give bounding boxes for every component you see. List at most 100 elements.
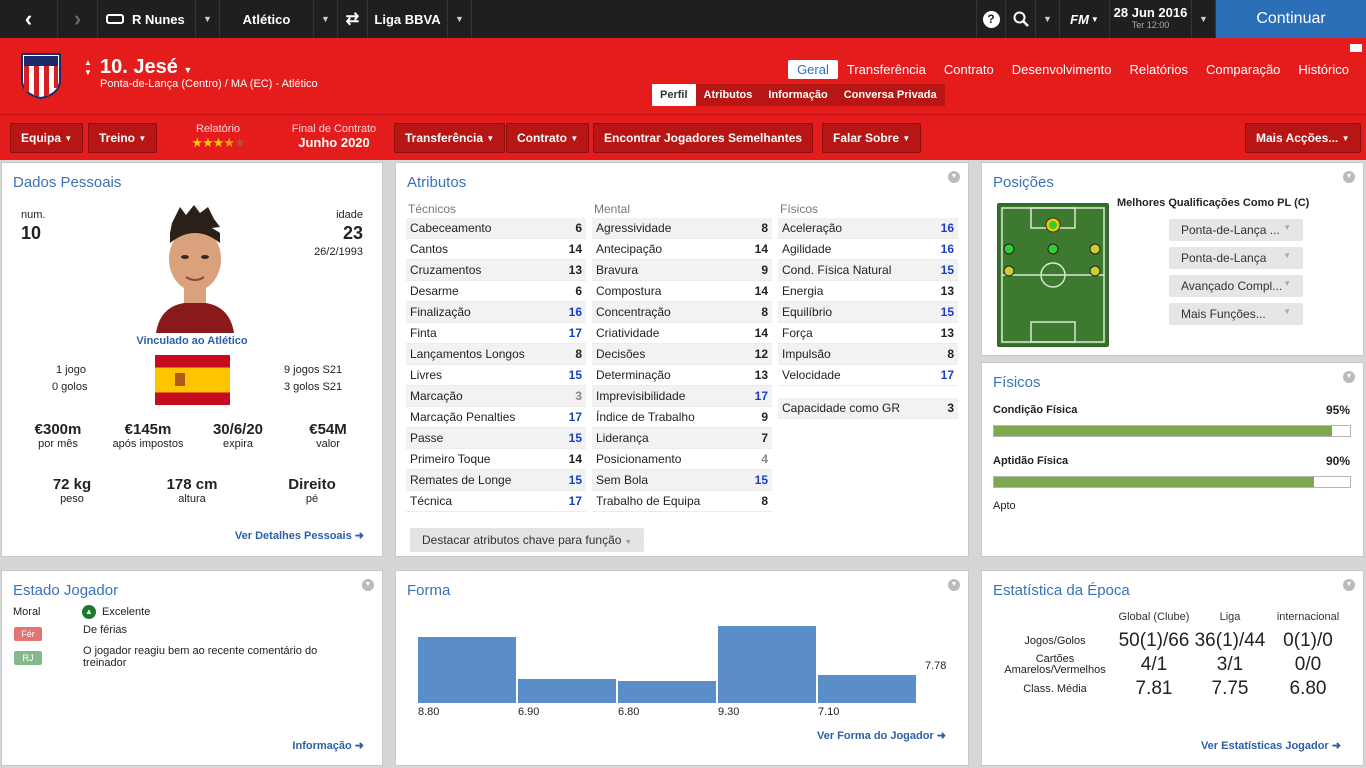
attribute-row[interactable]: Concentração 8	[592, 302, 772, 323]
attribute-row[interactable]: Posicionamento 4	[592, 449, 772, 470]
attribute-row[interactable]: Sem Bola 15	[592, 470, 772, 491]
attribute-row[interactable]: Criatividade 14	[592, 323, 772, 344]
more-actions-button[interactable]: Mais Acções... ▼	[1245, 123, 1361, 153]
swap-icon[interactable]: ⇄	[338, 0, 368, 38]
search-dropdown-icon[interactable]: ▼	[1036, 0, 1060, 38]
subtab-atributos[interactable]: Atributos	[696, 89, 761, 101]
attribute-row[interactable]: Finta 17	[406, 323, 586, 344]
form-bar[interactable]	[718, 625, 816, 703]
role-button-1[interactable]: Ponta-de-Lança ... ▼	[1169, 219, 1303, 241]
form-bar[interactable]	[618, 681, 716, 703]
subtab-perfil[interactable]: Perfil	[652, 84, 696, 106]
transferencia-button[interactable]: Transferência ▼	[394, 123, 506, 153]
more-roles-button[interactable]: Mais Funções... ▼	[1169, 303, 1303, 325]
manager-dropdown-icon[interactable]: ▼	[196, 0, 220, 38]
attribute-row[interactable]: Passe 15	[406, 428, 586, 449]
panel-menu-icon[interactable]: ▼	[1343, 371, 1355, 383]
attribute-value: 15	[568, 473, 582, 487]
attribute-row[interactable]: Determinação 13	[592, 365, 772, 386]
attribute-row[interactable]: Impulsão 8	[778, 344, 958, 365]
attribute-row[interactable]: Decisões 12	[592, 344, 772, 365]
attribute-row[interactable]: Cantos 14	[406, 239, 586, 260]
attribute-row[interactable]: Compostura 14	[592, 281, 772, 302]
tab-relatorios[interactable]: Relatórios	[1120, 60, 1197, 79]
tab-comparacao[interactable]: Comparação	[1197, 60, 1289, 79]
tab-desenvolvimento[interactable]: Desenvolvimento	[1003, 60, 1121, 79]
player-stats-link[interactable]: Ver Estatísticas Jogador ➜	[1201, 739, 1341, 752]
panel-menu-icon[interactable]: ▼	[1343, 579, 1355, 591]
player-name[interactable]: 10. Jesé ▼	[100, 56, 192, 79]
attribute-row[interactable]: Índice de Trabalho 9	[592, 407, 772, 428]
club-dropdown-icon[interactable]: ▼	[314, 0, 338, 38]
personal-details-link[interactable]: Ver Detalhes Pessoais ➜	[235, 529, 364, 542]
panel-menu-icon[interactable]: ▼	[1343, 171, 1355, 183]
tab-transferencia[interactable]: Transferência	[838, 60, 935, 79]
panel-menu-icon[interactable]: ▼	[362, 579, 374, 591]
role-button-2[interactable]: Ponta-de-Lança ▼	[1169, 247, 1303, 269]
fm-menu[interactable]: FM ▼	[1060, 0, 1110, 38]
expires: 30/6/20	[212, 421, 264, 438]
treino-button[interactable]: Treino ▼	[88, 123, 158, 153]
tab-historico[interactable]: Histórico	[1289, 60, 1358, 79]
attribute-row[interactable]: Remates de Longe 15	[406, 470, 586, 491]
panel-menu-icon[interactable]: ▼	[948, 171, 960, 183]
attribute-row[interactable]: Imprevisibilidade 17	[592, 386, 772, 407]
similar-players-button[interactable]: Encontrar Jogadores Semelhantes	[593, 123, 814, 153]
contrato-button[interactable]: Contrato ▼	[506, 123, 590, 153]
information-link[interactable]: Informação ➜	[292, 739, 364, 752]
attribute-row[interactable]: Energia 13	[778, 281, 958, 302]
condition-bar	[993, 425, 1351, 437]
attribute-row[interactable]: Força 13	[778, 323, 958, 344]
competition-name[interactable]: Liga BBVA	[368, 0, 448, 38]
highlight-attributes-button[interactable]: Destacar atributos chave para função ▼	[410, 528, 644, 552]
attribute-row[interactable]: Cruzamentos 13	[406, 260, 586, 281]
forward-icon[interactable]: ›	[58, 0, 98, 38]
search-icon[interactable]	[1006, 0, 1036, 38]
back-icon[interactable]: ‹	[0, 0, 58, 38]
help-icon[interactable]: ?	[976, 0, 1006, 38]
tab-geral[interactable]: Geral	[788, 60, 838, 79]
report-rating[interactable]: Relatório ★★★★★	[180, 123, 256, 151]
attribute-row[interactable]: Liderança 7	[592, 428, 772, 449]
attribute-row[interactable]: Técnica 17	[406, 491, 586, 512]
attribute-row[interactable]: Marcação 3	[406, 386, 586, 407]
competition-dropdown-icon[interactable]: ▼	[448, 0, 472, 38]
window-icon[interactable]	[1350, 44, 1362, 52]
attribute-row[interactable]: Antecipação 14	[592, 239, 772, 260]
subtab-conversa[interactable]: Conversa Privada	[836, 89, 945, 101]
match-fitness-bar	[993, 476, 1351, 488]
attribute-row[interactable]: Bravura 9	[592, 260, 772, 281]
attribute-row[interactable]: Lançamentos Longos 8	[406, 344, 586, 365]
subtab-informacao[interactable]: Informação	[760, 89, 835, 101]
attribute-row[interactable]: Agressividade 8	[592, 218, 772, 239]
attribute-row[interactable]: Desarme 6	[406, 281, 586, 302]
tab-contrato[interactable]: Contrato	[935, 60, 1003, 79]
continue-button[interactable]: Continuar	[1216, 0, 1366, 38]
equipa-button[interactable]: Equipa ▼	[10, 123, 84, 153]
attribute-row[interactable]: Marcação Penalties 17	[406, 407, 586, 428]
manager-name[interactable]: R Nunes	[132, 0, 196, 38]
attribute-row[interactable]: Aceleração 16	[778, 218, 958, 239]
date-dropdown-icon[interactable]: ▼	[1192, 0, 1216, 38]
attribute-row[interactable]: Cond. Física Natural 15	[778, 260, 958, 281]
form-bar[interactable]	[518, 679, 616, 703]
loan-status[interactable]: Vinculado ao Atlético	[2, 335, 382, 347]
attribute-row[interactable]: Finalização 16	[406, 302, 586, 323]
attribute-row[interactable]: Equilíbrio 15	[778, 302, 958, 323]
form-bar[interactable]	[418, 636, 516, 703]
form-bar[interactable]	[818, 674, 916, 703]
chevron-down-icon: ▼	[1283, 251, 1291, 260]
attribute-row[interactable]: Velocidade 17	[778, 365, 958, 386]
player-form-link[interactable]: Ver Forma do Jogador ➜	[817, 729, 946, 742]
club-name[interactable]: Atlético	[220, 0, 314, 38]
attribute-row[interactable]: Primeiro Toque 14	[406, 449, 586, 470]
player-nav-arrows[interactable]: ▲ ▼	[84, 58, 92, 78]
attribute-row[interactable]: Trabalho de Equipa 8	[592, 491, 772, 512]
date-display[interactable]: 28 Jun 2016 Ter 12:00	[1110, 0, 1192, 38]
role-button-3[interactable]: Avançado Compl... ▼	[1169, 275, 1303, 297]
attribute-row[interactable]: Agilidade 16	[778, 239, 958, 260]
falar-sobre-button[interactable]: Falar Sobre ▼	[822, 123, 922, 153]
attribute-row[interactable]: Cabeceamento 6	[406, 218, 586, 239]
attribute-row[interactable]: Livres 15	[406, 365, 586, 386]
attribute-name: Compostura	[596, 284, 662, 298]
